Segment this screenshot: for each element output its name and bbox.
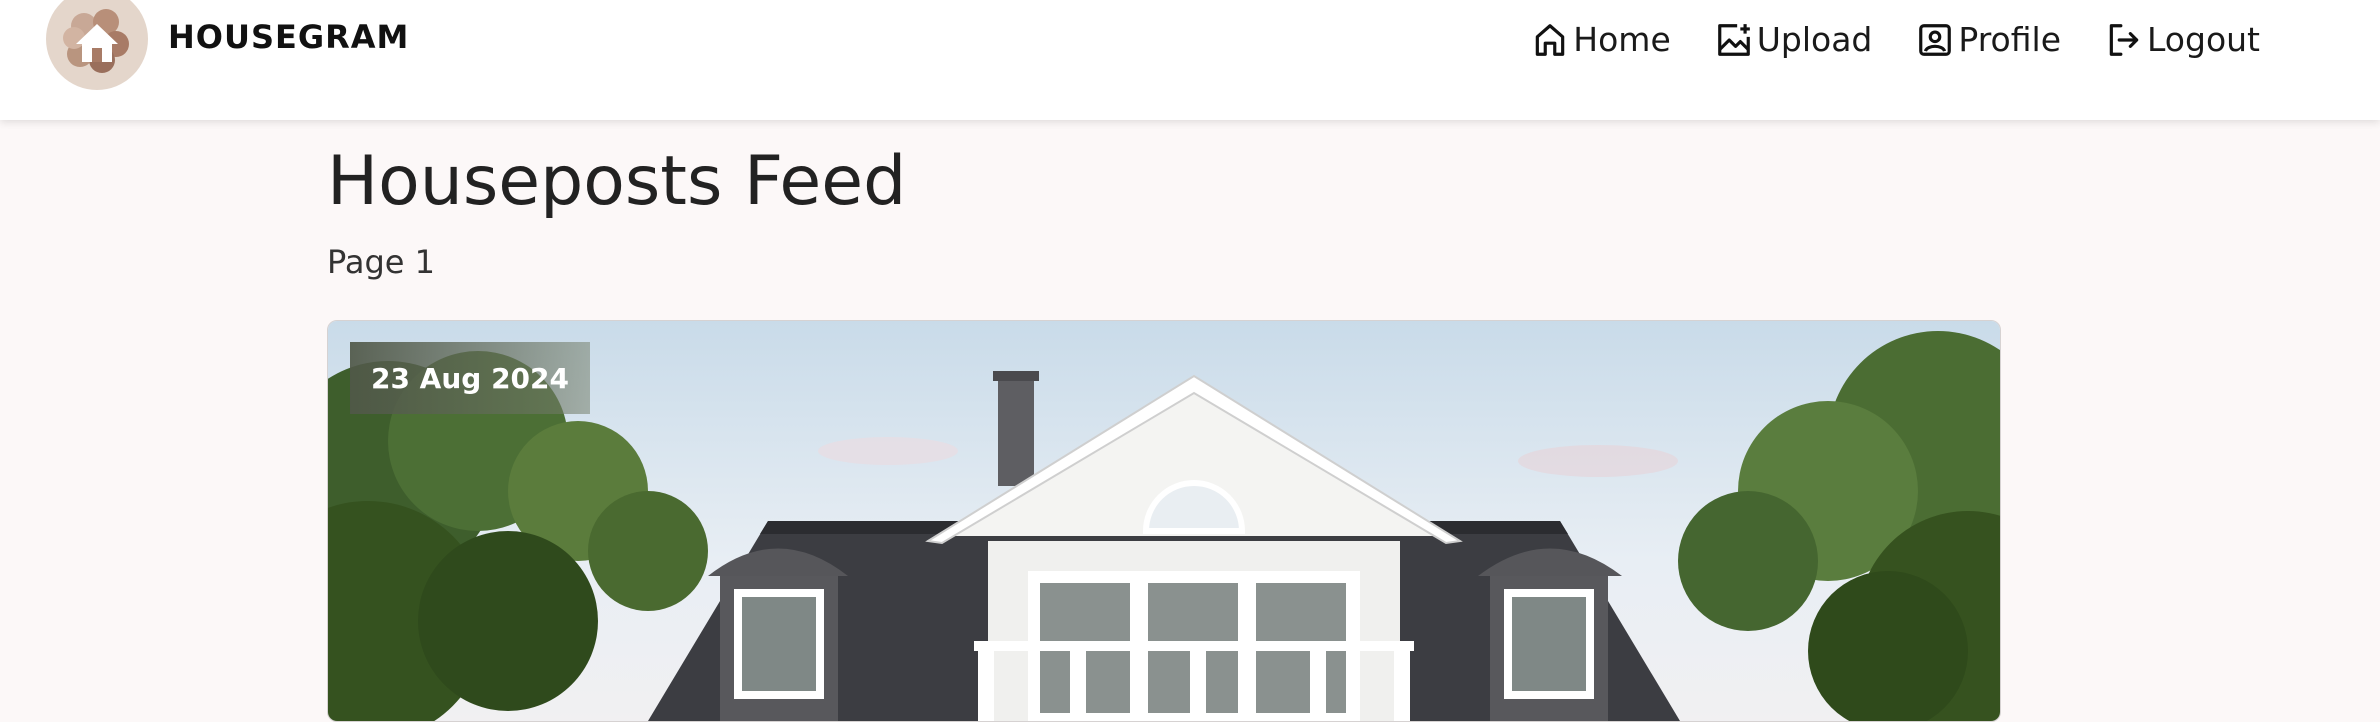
- nav-upload[interactable]: Upload: [1715, 20, 1873, 59]
- page-title: Houseposts Feed: [327, 142, 907, 221]
- logout-icon: [2109, 23, 2139, 56]
- brand-logo: [46, 0, 148, 90]
- nav-profile[interactable]: Profile: [1916, 20, 2061, 59]
- image-plus-icon: [1717, 23, 1750, 56]
- nav-home-label: Home: [1573, 20, 1671, 59]
- house-icon: [63, 9, 129, 73]
- nav-home[interactable]: Home: [1531, 20, 1671, 59]
- nav-logout-label: Logout: [2147, 20, 2260, 59]
- nav-profile-label: Profile: [1958, 20, 2061, 59]
- top-navbar: HOUSEGRAM Home Upload Profile Logout: [0, 0, 2380, 120]
- nav-upload-label: Upload: [1756, 20, 1873, 59]
- post-date-badge: 23 Aug 2024: [350, 342, 590, 414]
- user-badge-icon: [1919, 23, 1952, 56]
- main-nav: Home Upload Profile Logout: [1531, 20, 2260, 59]
- nav-logout[interactable]: Logout: [2105, 20, 2260, 59]
- brand-name: HOUSEGRAM: [168, 18, 410, 56]
- home-icon: [1536, 23, 1565, 56]
- post-card[interactable]: 23 Aug 2024: [327, 320, 2001, 722]
- brand[interactable]: HOUSEGRAM: [46, 0, 409, 90]
- page-number: Page 1: [327, 243, 435, 281]
